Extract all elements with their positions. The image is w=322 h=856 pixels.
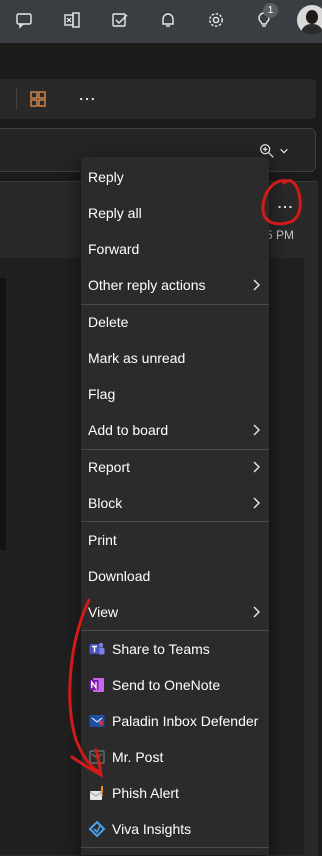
ribbon-toolbar [0,79,316,119]
menu-item-download[interactable]: Download [81,558,269,594]
menu-item-forward[interactable]: Forward [81,231,269,267]
menu-item-view[interactable]: View [81,594,269,630]
menu-item-add-to-board[interactable]: Add to board [81,412,269,448]
menu-item-phish-alert[interactable]: Phish Alert [81,775,269,811]
apps-icon[interactable] [28,89,48,109]
menu-item-reply[interactable]: Reply [81,159,269,195]
chevron-right-icon [253,497,260,509]
menu-item-flag[interactable]: Flag [81,376,269,412]
avatar[interactable] [297,5,322,35]
menu-item-viva-insights[interactable]: Viva Insights [81,811,269,847]
office-apps-icon[interactable] [60,8,84,32]
chevron-right-icon [253,606,260,618]
paladin-icon [89,715,105,727]
more-icon[interactable] [76,89,98,109]
mr-post-icon [89,750,105,764]
menu-item-delete[interactable]: Delete [81,304,269,340]
tips-badge: 1 [263,3,278,18]
teams-icon [89,642,105,655]
chevron-right-icon [253,279,260,291]
chevron-down-icon [280,148,288,154]
menu-item-paladin-inbox-defender[interactable]: Paladin Inbox Defender [81,703,269,739]
left-edge-panel [0,278,6,550]
menu-item-reply-all[interactable]: Reply all [81,195,269,231]
menu-item-mark-as-unread[interactable]: Mark as unread [81,340,269,376]
viva-insights-icon [88,820,106,838]
onenote-icon [89,678,104,692]
menu-divider [81,847,269,848]
context-menu: Reply Reply all Forward Other reply acti… [81,157,269,855]
toolbar-divider [16,88,17,110]
menu-item-mr-post[interactable]: Mr. Post [81,739,269,775]
menu-item-share-to-teams[interactable]: Share to Teams [81,631,269,667]
message-time: 5 PM [266,228,295,242]
chevron-right-icon [253,424,260,436]
top-bar: 1 [0,0,322,43]
message-more-icon[interactable] [276,200,294,214]
menu-item-block[interactable]: Block [81,485,269,521]
menu-item-send-to-onenote[interactable]: Send to OneNote [81,667,269,703]
menu-item-other-reply-actions[interactable]: Other reply actions [81,267,269,303]
menu-item-print[interactable]: Print [81,522,269,558]
feedback-icon[interactable] [12,8,36,32]
phish-alert-icon [89,786,103,800]
notifications-icon[interactable] [156,8,180,32]
task-icon[interactable] [108,8,132,32]
chevron-right-icon [253,461,260,473]
menu-item-report[interactable]: Report [81,449,269,485]
settings-icon[interactable] [204,8,228,32]
